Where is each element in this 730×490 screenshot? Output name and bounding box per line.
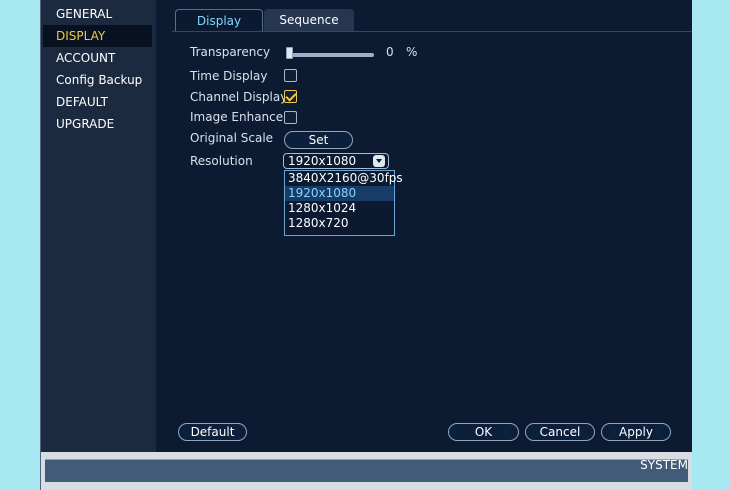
bottom-bar-inner [45, 459, 688, 482]
resolution-label: Resolution [190, 154, 253, 168]
transparency-unit: % [406, 45, 418, 59]
sidebar-item-account[interactable]: ACCOUNT [43, 47, 152, 69]
display-settings-panel: Display Sequence Transparency 0 % Time D… [156, 0, 692, 452]
cancel-button[interactable]: Cancel [525, 423, 595, 441]
transparency-value: 0 [386, 45, 394, 59]
resolution-select[interactable]: 1920x1080 [283, 153, 389, 169]
tab-display[interactable]: Display [175, 9, 263, 32]
time-display-checkbox[interactable] [284, 69, 297, 82]
chevron-down-icon[interactable] [373, 155, 385, 167]
transparency-slider-track[interactable] [288, 53, 374, 57]
resolution-dropdown: 3840X2160@30fps 1920x1080 1280x1024 1280… [284, 170, 403, 236]
original-scale-label: Original Scale [190, 131, 274, 145]
system-window: GENERAL DISPLAY ACCOUNT Config Backup DE… [40, 0, 692, 490]
resolution-option-1280x720[interactable]: 1280x720 [285, 216, 394, 231]
ok-button[interactable]: OK [448, 423, 519, 441]
transparency-slider-handle[interactable] [286, 47, 293, 59]
time-display-label: Time Display [190, 69, 268, 83]
sidebar: GENERAL DISPLAY ACCOUNT Config Backup DE… [41, 0, 156, 452]
sidebar-item-general[interactable]: GENERAL [43, 3, 152, 25]
sidebar-item-upgrade[interactable]: UPGRADE [43, 113, 152, 135]
channel-display-label: Channel Display [190, 90, 288, 104]
transparency-label: Transparency [190, 45, 271, 59]
image-enhance-checkbox[interactable] [284, 111, 297, 124]
sidebar-item-config-backup[interactable]: Config Backup [43, 69, 152, 91]
apply-button[interactable]: Apply [601, 423, 671, 441]
channel-display-checkbox[interactable] [284, 90, 297, 103]
tab-sequence[interactable]: Sequence [264, 9, 354, 32]
system-title: SYSTEM [640, 458, 688, 472]
resolution-option-1920x1080[interactable]: 1920x1080 [285, 186, 394, 201]
bottom-bar: SYSTEM [41, 452, 692, 490]
sidebar-item-default[interactable]: DEFAULT [43, 91, 152, 113]
sidebar-item-display[interactable]: DISPLAY [43, 25, 152, 47]
tab-divider [172, 31, 692, 32]
original-scale-set-button[interactable]: Set [284, 131, 353, 149]
image-enhance-label: Image Enhance [190, 110, 284, 124]
resolution-selected-value: 1920x1080 [288, 154, 357, 168]
resolution-option-1280x1024[interactable]: 1280x1024 [285, 201, 394, 216]
resolution-option-3840x2160[interactable]: 3840X2160@30fps [285, 171, 403, 186]
default-button[interactable]: Default [178, 423, 247, 441]
